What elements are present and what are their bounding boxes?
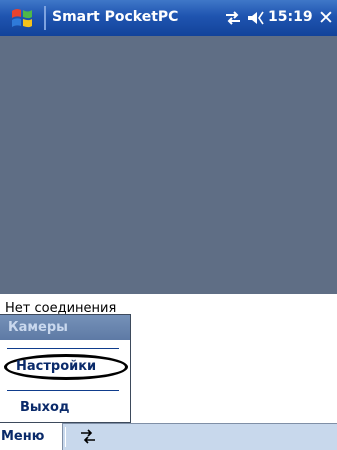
menu-softkey[interactable]: Меню [0, 423, 58, 450]
windows-flag-icon [12, 9, 32, 28]
menu-item-exit[interactable]: Выход [0, 395, 130, 421]
title-separator [44, 6, 46, 30]
panel-separator [65, 427, 66, 447]
menu-item-label: Камеры [8, 320, 68, 335]
menu-separator [7, 348, 119, 349]
connectivity-arrows-icon[interactable] [80, 429, 96, 448]
menu-item-label: Настройки [16, 359, 97, 374]
bottom-bar: Меню [0, 423, 337, 450]
video-display-area [0, 36, 337, 294]
input-panel[interactable] [62, 423, 337, 450]
menu-separator [7, 390, 119, 391]
close-button[interactable]: ✕ [315, 5, 337, 31]
popup-menu: Камеры Настройки Выход [0, 314, 131, 423]
start-button[interactable] [0, 0, 44, 36]
app-title: Smart PocketPC [52, 9, 179, 25]
connectivity-icon[interactable] [224, 10, 242, 30]
menu-item-cameras[interactable]: Камеры [0, 315, 130, 340]
menu-item-settings[interactable]: Настройки [0, 352, 130, 382]
title-bar: Smart PocketPC 15:19 ✕ [0, 0, 337, 36]
clock[interactable]: 15:19 [268, 9, 313, 25]
menu-softkey-label: Меню [1, 429, 45, 444]
menu-item-label: Выход [20, 400, 70, 415]
speaker-icon[interactable] [246, 9, 266, 31]
